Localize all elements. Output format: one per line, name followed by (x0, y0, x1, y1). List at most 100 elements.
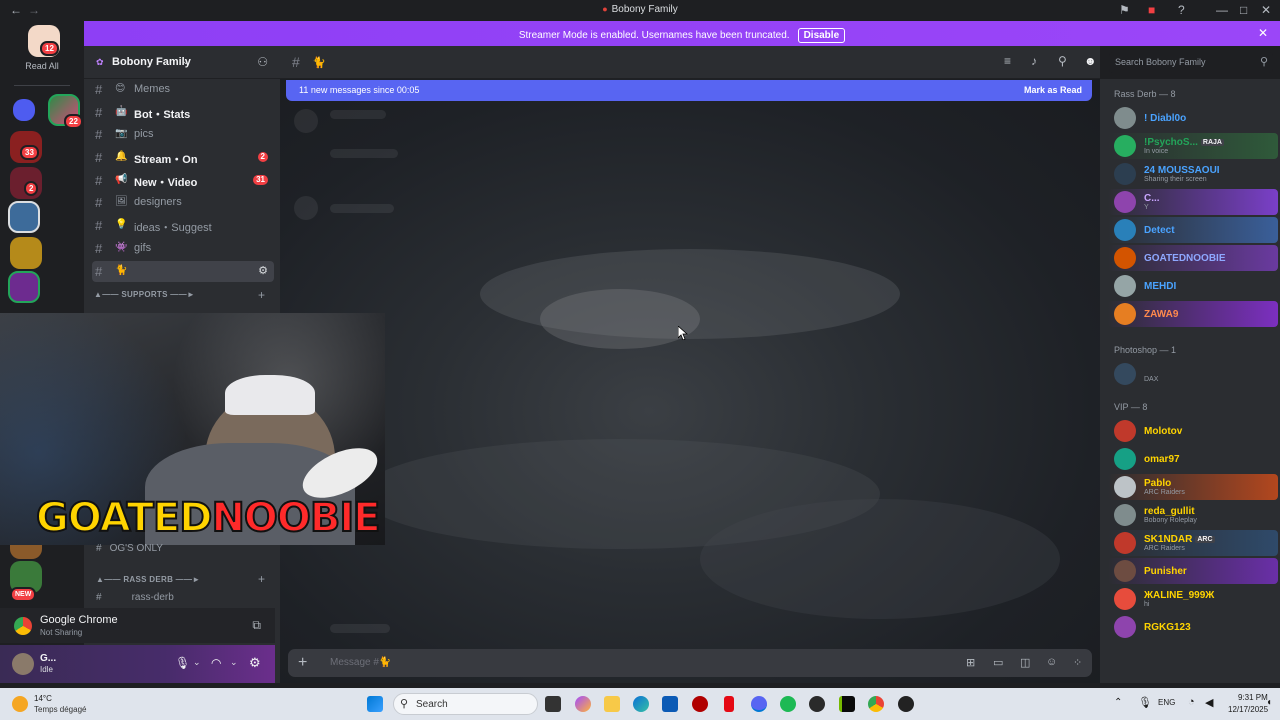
notifications-icon[interactable]: ◖ (1266, 697, 1272, 708)
folder-server-icon[interactable] (13, 99, 35, 121)
language-indicator[interactable]: ENG (1158, 698, 1175, 707)
sticker-icon[interactable]: ◫ (1020, 656, 1030, 669)
flag-icon[interactable]: ⚑ (1119, 3, 1130, 17)
add-channel-icon[interactable]: + (258, 572, 265, 586)
server-6[interactable] (8, 271, 40, 303)
channel-item[interactable]: # 💡 ideas・Suggest (92, 215, 274, 236)
server-5[interactable] (10, 237, 42, 269)
member-item[interactable]: C... Y (1108, 189, 1278, 215)
taskbar-search-input[interactable]: Search (416, 699, 448, 710)
gift-icon[interactable]: ⊞ (966, 656, 975, 669)
headphones-icon[interactable]: ◠ (211, 656, 221, 670)
apps-icon[interactable]: ⁘ (1073, 656, 1082, 669)
edge-icon[interactable] (633, 696, 649, 712)
member-list-icon[interactable]: ☻ (1084, 54, 1097, 68)
clock-time[interactable]: 9:31 PM (1238, 693, 1268, 702)
read-all-button[interactable]: Read All (10, 61, 74, 71)
maximize-icon[interactable]: □ (1240, 3, 1247, 17)
threads-icon[interactable]: ≡ (1004, 54, 1011, 68)
nvidia-icon[interactable] (839, 696, 855, 712)
close-banner-icon[interactable]: ✕ (1258, 26, 1268, 40)
member-item[interactable]: Punisher (1108, 558, 1278, 584)
server-search-box[interactable]: Search Bobony Family ⚲ (1109, 52, 1273, 73)
mouse-cursor-icon (678, 326, 688, 340)
add-attachment-icon[interactable]: + (298, 654, 307, 672)
channel-item[interactable]: # 🐈 ⚙ (92, 261, 274, 282)
channel-item[interactable]: # 👾 gifs (92, 238, 274, 259)
invite-member-icon[interactable]: ⚇ (257, 55, 268, 69)
gif-icon[interactable]: ▭ (993, 656, 1003, 669)
member-item[interactable]: Molotov (1108, 418, 1278, 444)
xbox-icon[interactable] (809, 696, 825, 712)
channel-item[interactable]: # 📷 pics (92, 124, 274, 145)
copilot-icon[interactable] (575, 696, 591, 712)
netflix-icon[interactable] (724, 696, 734, 712)
member-item[interactable]: reda_gullit Bobony Roleplay (1108, 502, 1278, 528)
wifi-icon[interactable]: ◔ (1188, 696, 1195, 708)
file-explorer-icon[interactable] (604, 696, 620, 712)
member-item[interactable]: !PsychoS... RAJA In voice (1108, 133, 1278, 159)
channel-item[interactable]: # 📢 New・Video 31 (92, 170, 274, 191)
avatar[interactable] (12, 653, 34, 675)
server-4[interactable] (8, 201, 40, 233)
member-item[interactable]: ! Diabl0o (1108, 105, 1278, 131)
member-item[interactable]: ZAWA9 (1108, 301, 1278, 327)
channel-rass-derb[interactable]: # rass-derb (96, 592, 174, 603)
channel-item[interactable]: # 😊 Memes (92, 79, 274, 100)
server-header[interactable]: ✿ Bobony Family ⌄ ⚇ (84, 46, 280, 79)
spotify-icon[interactable] (780, 696, 796, 712)
settings-gear-icon[interactable]: ⚙ (249, 655, 261, 671)
task-view-icon[interactable] (545, 696, 561, 712)
chevron-down-icon[interactable]: ⌄ (193, 657, 201, 668)
app-icon[interactable] (692, 696, 708, 712)
member-group-header: Photoshop — 1 (1114, 345, 1177, 355)
pin-icon[interactable]: ⚲ (1058, 54, 1067, 68)
channel-item[interactable]: # 🖼 designers (92, 192, 274, 213)
member-item[interactable]: ЖALINE_999Ж hi (1108, 586, 1278, 612)
channel-settings-icon[interactable]: ⚙ (258, 264, 268, 277)
search-input[interactable]: Search Bobony Family (1115, 57, 1206, 67)
channel-ogs-only[interactable]: # OG'S ONLY (96, 543, 163, 554)
weather-icon[interactable] (12, 696, 28, 712)
store-icon[interactable] (662, 696, 678, 712)
user-panel: G... Idle 🎙 ⌄ ◠ ⌄ ⚙ (0, 645, 275, 683)
message-composer[interactable]: + Message #🐈 ⊞ ▭ ◫ ☺ ⁘ (288, 649, 1092, 677)
disable-streamer-mode-button[interactable]: Disable (797, 28, 846, 43)
member-item[interactable]: GOATEDNOOBIE (1108, 245, 1278, 271)
member-item[interactable]: Detect (1108, 217, 1278, 243)
new-messages-bar[interactable]: 11 new messages since 00:05 Mark as Read (286, 80, 1092, 101)
channel-item[interactable]: # 🔔 Stream・On 2 (92, 147, 274, 168)
member-item[interactable]: 24 MOUSSAOUI Sharing their screen (1108, 161, 1278, 187)
chrome-icon[interactable] (868, 696, 884, 712)
member-item[interactable]: Pablo ARC Raiders (1108, 474, 1278, 500)
microphone-icon[interactable]: 🎙 (175, 656, 190, 670)
discord-icon[interactable] (751, 696, 767, 712)
clock-date[interactable]: 12/17/2025 (1228, 705, 1268, 714)
member-item[interactable]: omar97 (1108, 446, 1278, 472)
minimize-icon[interactable]: — (1216, 3, 1228, 17)
share-screen-icon[interactable]: ⧉ (252, 618, 261, 633)
member-item[interactable]: MEHDI (1108, 273, 1278, 299)
member-item[interactable]: RGKG123 (1108, 614, 1278, 640)
activity-app-name: Google Chrome (40, 614, 118, 626)
member-item[interactable]: DAX (1108, 361, 1278, 387)
add-channel-icon[interactable]: + (258, 288, 265, 302)
message-input[interactable]: Message #🐈 (330, 657, 391, 668)
category-supports[interactable]: ▲—— SUPPORTS ——► (94, 290, 195, 299)
app-icon[interactable] (898, 696, 914, 712)
chevron-down-icon[interactable]: ⌄ (230, 657, 238, 668)
emoji-icon[interactable]: ☺ (1046, 656, 1057, 668)
close-window-icon[interactable]: ✕ (1261, 3, 1271, 17)
microphone-icon[interactable]: 🎙 (1138, 696, 1152, 709)
channel-item[interactable]: # 🤖 Bot・Stats (92, 102, 274, 123)
category-rass-derb[interactable]: ▲—— RASS DERB ——► (96, 575, 201, 584)
member-item[interactable]: SK1NDAR ARC ARC Raiders (1108, 530, 1278, 556)
taskbar-search[interactable]: ⚲ Search (393, 693, 538, 715)
mark-as-read-button[interactable]: Mark as Read (1024, 85, 1082, 95)
updates-icon[interactable]: ■ (1148, 3, 1155, 17)
help-icon[interactable]: ? (1178, 3, 1185, 17)
mute-bell-icon[interactable]: ♪ (1031, 54, 1037, 68)
volume-icon[interactable]: ◀ (1205, 696, 1213, 709)
start-menu-icon[interactable] (367, 696, 383, 712)
chevron-up-icon[interactable]: ⌃ (1114, 697, 1122, 708)
